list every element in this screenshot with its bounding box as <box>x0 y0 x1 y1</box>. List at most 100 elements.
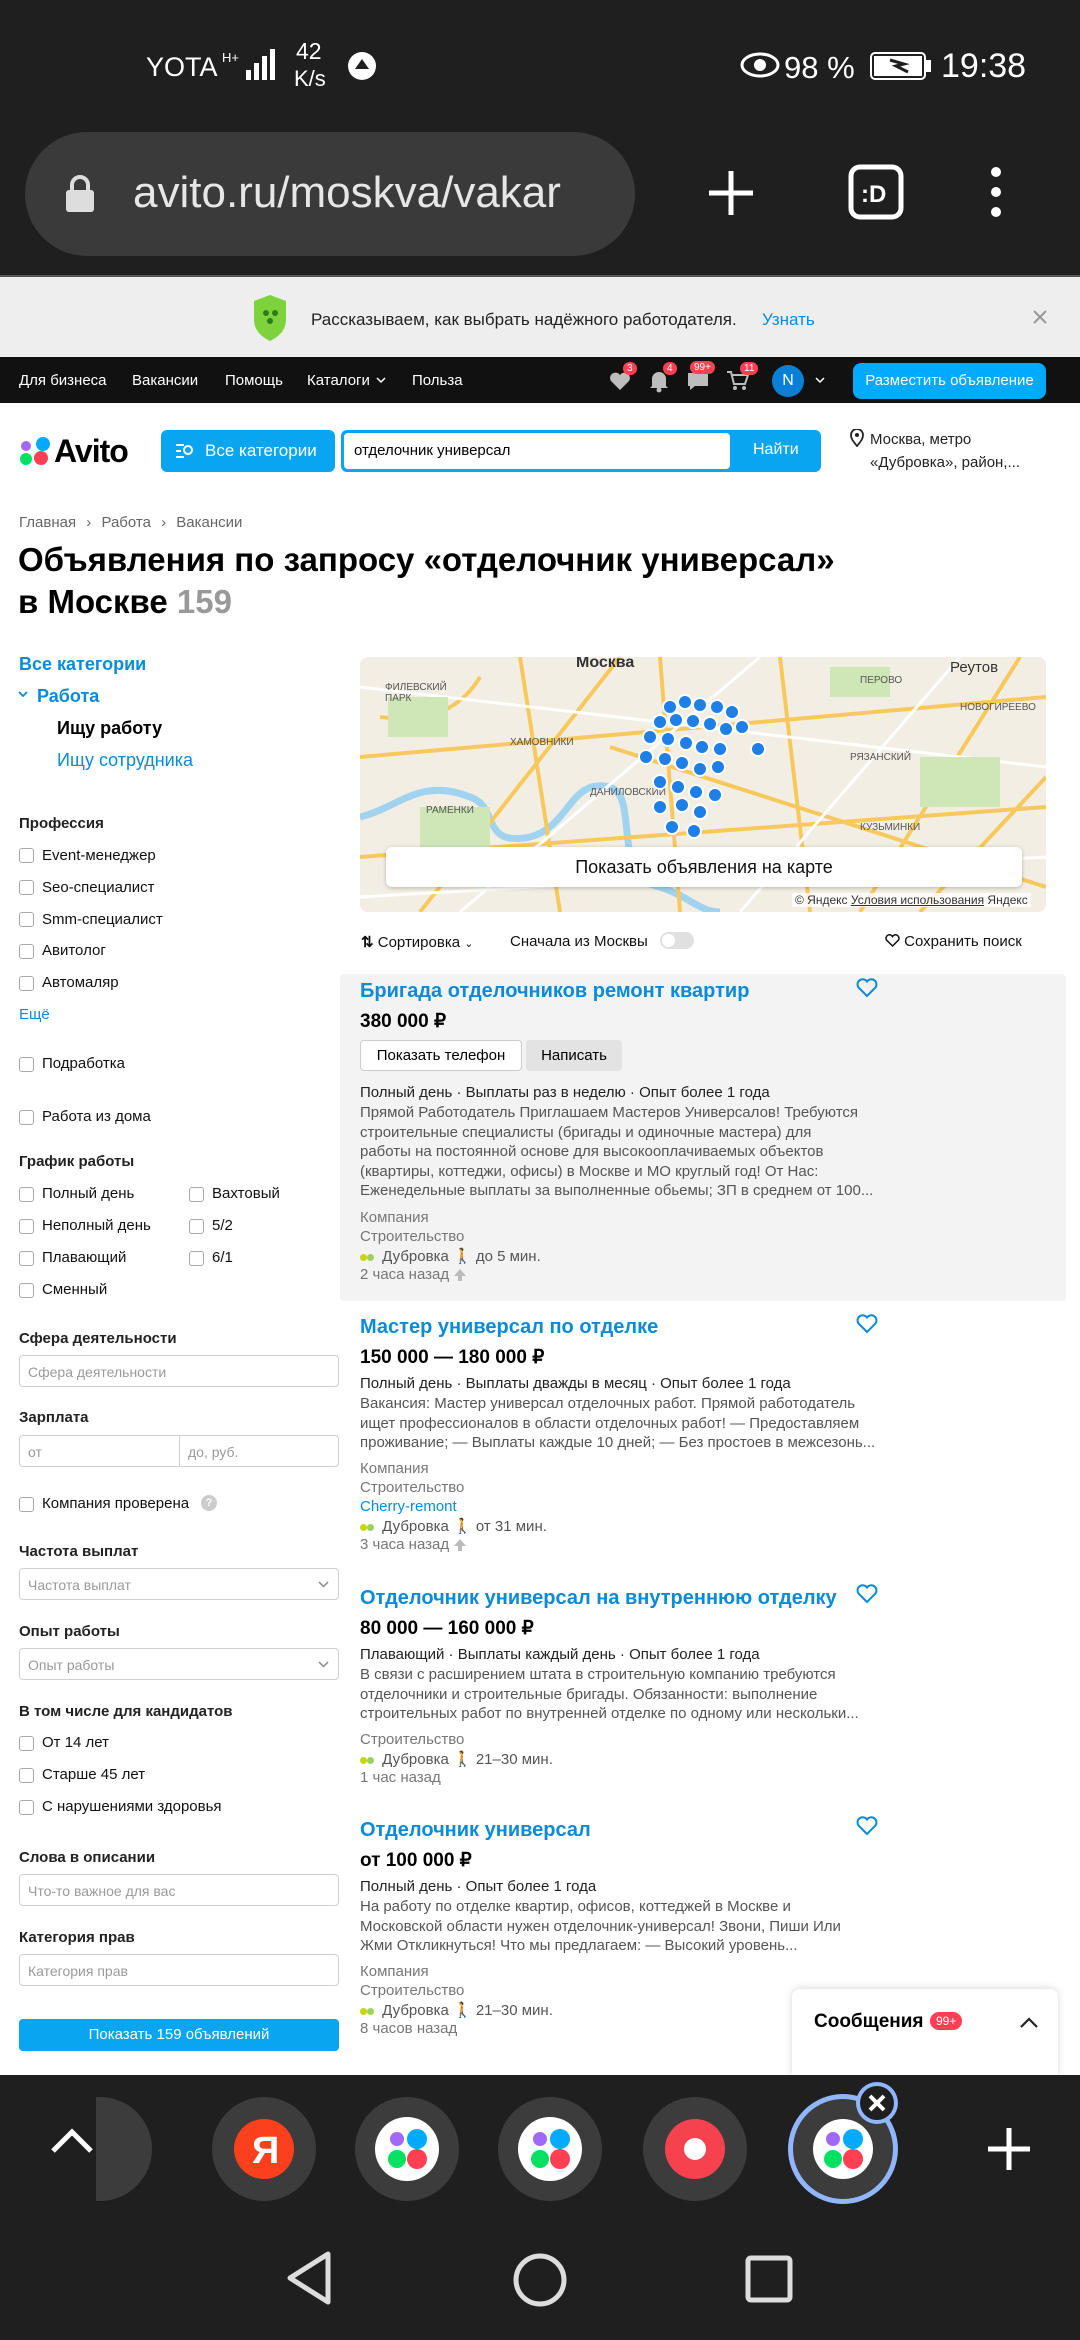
favorite-heart-icon[interactable] <box>856 978 878 998</box>
show-on-map-button[interactable]: Показать объявления на карте <box>386 847 1022 887</box>
payment-frequency-select[interactable]: Частота выплат <box>19 1568 339 1600</box>
chevron-down-icon[interactable] <box>815 377 825 385</box>
save-search-button[interactable]: Сохранить поиск <box>885 933 1022 950</box>
checkbox[interactable] <box>19 1251 34 1266</box>
tabs-switcher-icon[interactable]: :D <box>848 164 904 220</box>
map-terms-link[interactable]: Условия использования <box>851 893 984 907</box>
profession-option[interactable]: Smm-специалист <box>42 911 163 928</box>
chevron-up-icon[interactable] <box>50 2127 94 2155</box>
back-icon[interactable] <box>284 2250 334 2306</box>
menu-icon[interactable] <box>988 166 1004 218</box>
checkbox[interactable] <box>19 1497 34 1512</box>
checkbox[interactable] <box>19 1283 34 1298</box>
nav-help[interactable]: Помощь <box>225 372 283 389</box>
search-input[interactable]: отделочник универсал <box>344 433 730 469</box>
add-tab-icon[interactable] <box>986 2126 1032 2172</box>
schedule-option[interactable]: 6/1 <box>212 1249 233 1266</box>
new-tab-icon[interactable] <box>706 168 756 218</box>
salary-to-input[interactable]: до, руб. <box>179 1435 339 1467</box>
sidebar-sub-find-work[interactable]: Ищу работу <box>57 718 162 739</box>
breadcrumb-work[interactable]: Работа <box>101 514 151 531</box>
write-button[interactable]: Написать <box>526 1040 622 1071</box>
checkbox[interactable] <box>19 912 34 927</box>
nav-vacancies[interactable]: Вакансии <box>132 372 198 389</box>
show-phone-button[interactable]: Показать телефон <box>360 1040 522 1071</box>
nav-catalogs[interactable]: Каталоги <box>307 372 370 389</box>
map[interactable]: Москва Реутов ХАМОВНИКИ ДАНИЛОВСКИЙ ПЕРО… <box>360 657 1046 912</box>
tab-thumbnail-avito[interactable] <box>498 2097 602 2201</box>
profession-more-link[interactable]: Ещё <box>19 1006 50 1023</box>
checkbox[interactable] <box>19 976 34 991</box>
checkbox[interactable] <box>19 880 34 895</box>
show-results-button[interactable]: Показать 159 объявлений <box>19 2019 339 2051</box>
checkbox[interactable] <box>19 848 34 863</box>
location-text[interactable]: Москва, метро «Дубровка», район,... <box>870 428 1060 474</box>
tab-thumbnail-avito[interactable] <box>355 2097 459 2201</box>
schedule-option[interactable]: Полный день <box>42 1185 134 1202</box>
description-words-input[interactable]: Что-то важное для вас <box>19 1874 339 1906</box>
candidates-option[interactable]: От 14 лет <box>42 1734 109 1751</box>
address-bar[interactable]: avito.ru/moskva/vakar <box>25 132 635 256</box>
profession-option[interactable]: Seo-специалист <box>42 879 154 896</box>
schedule-option[interactable]: Вахтовый <box>212 1185 280 1202</box>
candidates-option[interactable]: Старше 45 лет <box>42 1766 145 1783</box>
messages-widget[interactable]: Сообщения 99+ <box>792 1989 1058 2075</box>
search-button[interactable]: Найти <box>753 441 799 459</box>
checkbox[interactable] <box>19 944 34 959</box>
sort-dropdown[interactable]: ⇅ Сортировка ⌄ <box>361 933 473 951</box>
checkbox[interactable] <box>189 1219 204 1234</box>
listing-title[interactable]: Бригада отделочников ремонт квартир <box>360 980 749 1003</box>
schedule-option[interactable]: 5/2 <box>212 1217 233 1234</box>
profession-option[interactable]: Event-менеджер <box>42 847 156 864</box>
sidebar-sub-find-employee[interactable]: Ищу сотрудника <box>57 750 193 771</box>
checkbox[interactable] <box>19 1187 34 1202</box>
profession-option[interactable]: Автомаляр <box>42 974 119 991</box>
breadcrumb-vacancies[interactable]: Вакансии <box>176 514 242 531</box>
checkbox[interactable] <box>19 1768 34 1783</box>
recents-icon[interactable] <box>744 2254 794 2304</box>
home-icon[interactable] <box>512 2252 568 2308</box>
close-tab-button[interactable] <box>856 2082 898 2124</box>
checkbox[interactable] <box>19 1736 34 1751</box>
breadcrumb-home[interactable]: Главная <box>19 514 76 531</box>
experience-select[interactable]: Опыт работы <box>19 1648 339 1680</box>
candidates-option[interactable]: С нарушениями здоровья <box>42 1798 222 1815</box>
logo-text[interactable]: Avito <box>54 433 129 470</box>
tab-thumbnail-record[interactable] <box>643 2097 747 2201</box>
listing-title[interactable]: Мастер универсал по отделке <box>360 1316 658 1339</box>
favorite-heart-icon[interactable] <box>856 1816 878 1836</box>
listing-title[interactable]: Отделочник универсал на внутреннюю отдел… <box>360 1587 837 1610</box>
nav-business[interactable]: Для бизнеса <box>19 372 107 389</box>
checkbox[interactable] <box>19 1800 34 1815</box>
part-time-option[interactable]: Подработка <box>42 1055 125 1072</box>
verified-company-option[interactable]: Компания проверена <box>42 1495 189 1512</box>
moscow-first-toggle[interactable] <box>660 932 694 949</box>
profession-option[interactable]: Авитолог <box>42 942 106 959</box>
license-input[interactable]: Категория прав <box>19 1954 339 1986</box>
checkbox[interactable] <box>19 1057 34 1072</box>
all-categories-button[interactable]: Все категории <box>161 430 335 472</box>
listing-company-link[interactable]: Cherry-remont <box>360 1498 457 1515</box>
banner-link[interactable]: Узнать <box>762 310 815 330</box>
favorite-heart-icon[interactable] <box>856 1584 878 1604</box>
checkbox[interactable] <box>19 1110 34 1125</box>
nav-benefit[interactable]: Польза <box>412 372 463 389</box>
checkbox[interactable] <box>189 1187 204 1202</box>
remote-option[interactable]: Работа из дома <box>42 1108 151 1125</box>
post-ad-button[interactable]: Разместить объявление <box>853 363 1046 399</box>
schedule-option[interactable]: Плавающий <box>42 1249 126 1266</box>
checkbox[interactable] <box>19 1219 34 1234</box>
listing-title[interactable]: Отделочник универсал <box>360 1819 591 1842</box>
help-icon[interactable]: ? <box>201 1495 217 1511</box>
close-icon[interactable] <box>1032 309 1048 325</box>
checkbox[interactable] <box>189 1251 204 1266</box>
chevron-up-icon[interactable] <box>1020 2017 1038 2028</box>
tab-thumbnail-yandex[interactable]: Я <box>212 2097 316 2201</box>
sidebar-all-categories[interactable]: Все категории <box>19 654 146 675</box>
favorite-heart-icon[interactable] <box>856 1314 878 1334</box>
avatar[interactable]: N <box>772 365 804 397</box>
schedule-option[interactable]: Неполный день <box>42 1217 151 1234</box>
schedule-option[interactable]: Сменный <box>42 1281 107 1298</box>
sidebar-category-work[interactable]: Работа <box>37 686 99 707</box>
salary-from-input[interactable]: от <box>19 1435 180 1467</box>
